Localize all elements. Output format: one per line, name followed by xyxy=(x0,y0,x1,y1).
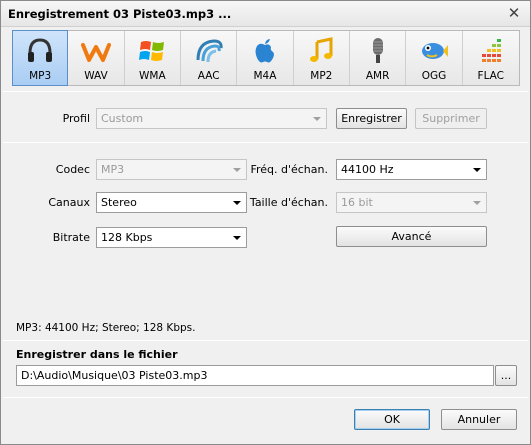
save-dialog: Enregistrement 03 Piste03.mp3 ... ✕ MP3 … xyxy=(0,0,531,445)
browse-button[interactable]: ... xyxy=(495,365,517,386)
sample-size-label: Taille d'échan. xyxy=(249,196,328,209)
codec-label: Codec xyxy=(55,163,90,176)
output-section-title: Enregistrer dans le fichier xyxy=(16,348,178,361)
equalizer-icon xyxy=(481,39,501,62)
format-wav-button[interactable]: WAV xyxy=(68,31,125,85)
chevron-down-icon xyxy=(313,117,321,121)
format-label: M4A xyxy=(253,70,277,82)
format-label: AMR xyxy=(365,70,390,82)
music-note-icon xyxy=(310,37,333,62)
format-label: AAC xyxy=(197,70,220,82)
delete-profile-button[interactable]: Supprimer xyxy=(415,108,487,129)
format-m4a-button[interactable]: M4A xyxy=(237,31,294,85)
divider xyxy=(3,340,528,341)
cancel-button[interactable]: Annuler xyxy=(441,409,517,430)
channels-value: Stereo xyxy=(101,196,137,209)
codec-select[interactable]: MP3 xyxy=(96,159,247,180)
profile-value: Custom xyxy=(101,112,144,125)
format-label: OGG xyxy=(421,70,447,82)
sample-rate-select[interactable]: 44100 Hz xyxy=(336,159,487,180)
sample-size-value: 16 bit xyxy=(341,196,373,209)
ok-button[interactable]: OK xyxy=(354,409,430,430)
format-mp2-button[interactable]: MP2 xyxy=(293,31,350,85)
divider xyxy=(3,142,528,143)
headphones-icon xyxy=(28,38,53,62)
wave-icon xyxy=(80,43,111,62)
format-label: MP2 xyxy=(310,70,333,82)
window-title: Enregistrement 03 Piste03.mp3 ... xyxy=(8,7,232,21)
format-label: FLAC xyxy=(477,70,505,82)
sample-size-select[interactable]: 16 bit xyxy=(336,192,487,213)
close-icon[interactable]: ✕ xyxy=(506,5,522,21)
format-label: WAV xyxy=(84,70,108,82)
advanced-button[interactable]: Avancé xyxy=(336,226,487,247)
chevron-down-icon xyxy=(473,168,481,172)
output-path-field[interactable]: D:\Audio\Musique\03 Piste03.mp3 xyxy=(16,365,494,386)
apple-icon xyxy=(255,39,274,63)
aac-swirl-icon xyxy=(196,39,223,63)
chevron-down-icon xyxy=(473,201,481,205)
save-profile-button[interactable]: Enregistrer xyxy=(336,108,407,129)
bitrate-value: 128 Kbps xyxy=(101,231,153,244)
profile-select[interactable]: Custom xyxy=(96,108,327,129)
dialog-footer: OK Annuler xyxy=(1,398,530,444)
fish-icon xyxy=(421,43,448,59)
channels-select[interactable]: Stereo xyxy=(96,192,247,213)
chevron-down-icon xyxy=(233,236,241,240)
microphone-icon xyxy=(372,38,383,63)
chevron-down-icon xyxy=(233,168,241,172)
format-mp3-button[interactable]: MP3 xyxy=(12,30,69,86)
profile-label: Profil xyxy=(62,112,90,125)
format-aac-button[interactable]: AAC xyxy=(180,31,238,85)
channels-label: Canaux xyxy=(48,196,90,209)
chevron-down-icon xyxy=(233,201,241,205)
title-bar: Enregistrement 03 Piste03.mp3 ... ✕ xyxy=(1,1,530,27)
format-label: MP3 xyxy=(29,70,52,82)
divider xyxy=(3,91,528,92)
windows-flag-icon xyxy=(139,41,165,61)
codec-value: MP3 xyxy=(101,163,125,176)
format-label: WMA xyxy=(139,70,166,82)
output-path-value: D:\Audio\Musique\03 Piste03.mp3 xyxy=(21,369,208,382)
format-toolbar: MP3 WAV WMA AAC M4A MP2 AMR OGG FLAC xyxy=(12,30,520,86)
sample-rate-label: Fréq. d'échan. xyxy=(250,163,328,176)
bitrate-label: Bitrate xyxy=(52,231,90,244)
format-ogg-button[interactable]: OGG xyxy=(406,31,463,85)
sample-rate-value: 44100 Hz xyxy=(341,163,394,176)
format-amr-button[interactable]: AMR xyxy=(349,31,407,85)
format-summary: MP3: 44100 Hz; Stereo; 128 Kbps. xyxy=(16,322,196,334)
format-flac-button[interactable]: FLAC xyxy=(462,31,519,85)
format-wma-button[interactable]: WMA xyxy=(124,31,181,85)
bitrate-select[interactable]: 128 Kbps xyxy=(96,227,247,248)
